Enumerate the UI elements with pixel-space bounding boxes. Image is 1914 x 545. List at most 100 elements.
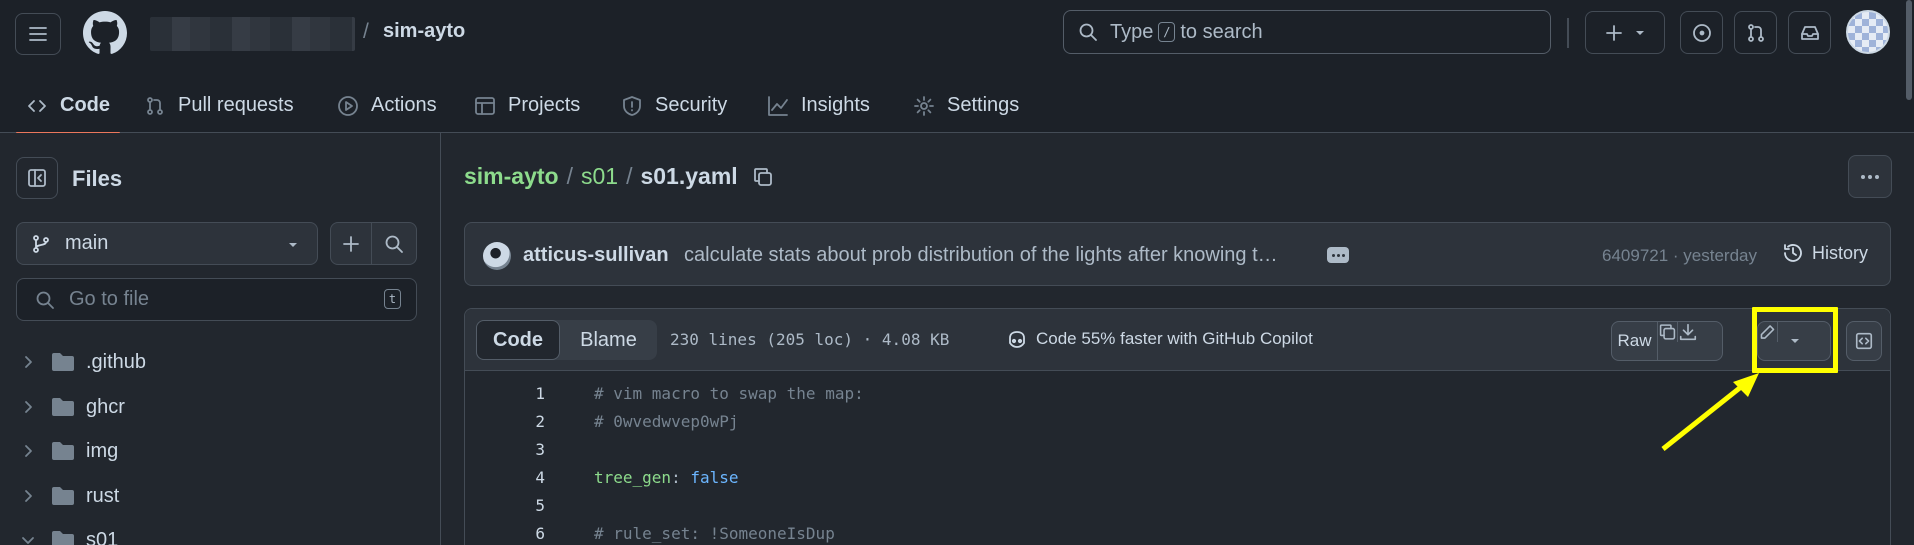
git-pull-request-icon <box>144 95 166 117</box>
tab-insights-label: Insights <box>801 94 870 116</box>
repo-nav-tabs: Code Pull requests Actions Projects Secu… <box>0 78 1100 134</box>
line-number[interactable]: 6 <box>465 524 545 543</box>
header-divider <box>1567 18 1569 48</box>
raw-copy-download-group: Raw <box>1611 321 1723 361</box>
history-button[interactable]: History <box>1782 242 1868 264</box>
blame-view-button[interactable]: Blame <box>560 320 657 360</box>
repo-separator: / <box>363 20 369 43</box>
line-number[interactable]: 3 <box>465 440 545 459</box>
copilot-promo-link[interactable]: Code 55% faster with GitHub Copilot <box>1006 328 1313 350</box>
git-branch-icon <box>33 234 49 253</box>
tab-settings[interactable]: Settings <box>903 78 1029 133</box>
code-comment: # rule_set: !SomeoneIsDup <box>594 523 835 543</box>
tab-pull-requests[interactable]: Pull requests <box>134 78 304 133</box>
tree-item-s01-folder[interactable]: s01 <box>20 522 420 545</box>
breadcrumb: sim-ayto / s01 / s01.yaml <box>464 163 774 190</box>
download-raw-button[interactable] <box>1678 322 1698 342</box>
raw-button[interactable]: Raw <box>1612 322 1658 360</box>
chevron-right-icon <box>25 401 32 413</box>
issues-button[interactable] <box>1680 11 1723 54</box>
expand-commit-message-button[interactable] <box>1327 247 1349 263</box>
tab-insights[interactable]: Insights <box>757 78 880 133</box>
tab-code-label: Code <box>60 94 110 116</box>
gear-icon <box>913 95 935 117</box>
graph-icon <box>767 95 789 117</box>
more-options-button[interactable] <box>1848 155 1892 198</box>
copy-icon[interactable] <box>752 166 774 188</box>
user-avatar[interactable] <box>1846 10 1890 54</box>
pull-requests-button[interactable] <box>1734 11 1777 54</box>
code-comment: # vim macro to swap the map: <box>594 383 864 403</box>
yaml-colon: : <box>671 467 681 487</box>
line-number[interactable]: 1 <box>465 384 545 403</box>
tab-security-label: Security <box>655 94 728 116</box>
tab-actions-label: Actions <box>371 94 437 116</box>
tree-item-label: s01 <box>86 528 119 545</box>
kebab-horizontal-icon <box>1861 174 1879 179</box>
plus-icon <box>343 235 359 252</box>
tree-item-rust-folder[interactable]: rust <box>20 478 420 514</box>
repo-name-link[interactable]: sim-ayto <box>383 20 465 43</box>
go-to-file-placeholder: Go to file <box>69 288 150 310</box>
github-logo-icon[interactable] <box>83 11 127 55</box>
code-line: 6 # rule_set: !SomeoneIsDup <box>465 519 1890 545</box>
commit-author-link[interactable]: atticus-sullivan <box>523 244 669 267</box>
shield-icon <box>621 95 643 117</box>
tree-item-github-folder[interactable]: .github <box>20 344 420 380</box>
breadcrumb-repo-link[interactable]: sim-ayto <box>464 163 559 190</box>
line-number[interactable]: 5 <box>465 496 545 515</box>
download-icon <box>1679 323 1697 341</box>
code-yaml-entry: tree_gen: false <box>594 468 739 487</box>
file-toolbar: Code Blame 230 lines (205 loc) · 4.08 KB… <box>465 309 1890 371</box>
go-to-file-shortcut-key: t <box>384 289 401 309</box>
copilot-icon <box>1006 328 1028 350</box>
caret-down-icon <box>289 243 297 247</box>
commit-sha-time[interactable]: 6409721 · yesterday <box>1602 246 1757 266</box>
inbox-button[interactable] <box>1788 11 1831 54</box>
go-to-file-input[interactable]: Go to file t <box>16 278 417 321</box>
latest-commit-bar: atticus-sullivan calculate stats about p… <box>464 222 1891 286</box>
global-search-input[interactable]: Type / to search <box>1063 10 1551 54</box>
code-square-icon <box>1855 332 1873 350</box>
tab-projects[interactable]: Projects <box>464 78 590 133</box>
page-scrollbar[interactable] <box>1906 0 1912 100</box>
copilot-promo-text: Code 55% faster with GitHub Copilot <box>1036 329 1313 348</box>
tab-code[interactable]: Code <box>16 78 120 134</box>
caret-down-icon <box>1636 30 1644 35</box>
chevron-right-icon <box>25 356 32 368</box>
owner-name-redacted[interactable] <box>150 17 355 51</box>
tab-security[interactable]: Security <box>611 78 737 133</box>
commit-author-avatar[interactable] <box>483 242 511 270</box>
table-icon <box>474 95 496 117</box>
commit-message-link[interactable]: calculate stats about prob distribution … <box>684 244 1304 267</box>
line-number[interactable]: 2 <box>465 412 545 431</box>
code-comment: # 0wvedwvep0wPj <box>594 411 739 431</box>
copy-raw-button[interactable] <box>1658 322 1678 342</box>
tree-item-label: .github <box>86 350 147 373</box>
hamburger-menu-button[interactable] <box>15 13 61 55</box>
branch-selector[interactable]: main <box>16 222 318 265</box>
global-header: / sim-ayto Type / to search Code Pull re… <box>0 0 1914 134</box>
folder-icon <box>52 442 74 460</box>
search-files-button[interactable] <box>371 222 417 265</box>
copy-icon <box>1659 324 1676 340</box>
add-file-button[interactable] <box>330 222 372 265</box>
tree-item-label: rust <box>86 484 120 507</box>
tree-item-ghcr-folder[interactable]: ghcr <box>20 389 420 425</box>
branch-name: main <box>65 232 109 254</box>
create-new-button[interactable] <box>1585 11 1665 54</box>
view-mode-toggle: Code Blame <box>476 320 657 360</box>
issue-opened-icon <box>1692 23 1711 42</box>
code-view-button[interactable]: Code <box>476 320 560 360</box>
breadcrumb-separator: / <box>566 163 573 189</box>
file-stats: 230 lines (205 loc) · 4.08 KB <box>670 330 950 349</box>
line-number[interactable]: 4 <box>465 468 545 487</box>
breadcrumb-folder-link[interactable]: s01 <box>581 163 618 190</box>
search-shortcut-key: / <box>1158 22 1176 42</box>
collapse-sidebar-button[interactable] <box>16 157 58 199</box>
symbols-panel-button[interactable] <box>1846 321 1882 361</box>
history-icon <box>1782 242 1804 264</box>
tab-actions[interactable]: Actions <box>327 78 447 133</box>
tree-item-img-folder[interactable]: img <box>20 433 420 469</box>
folder-icon <box>52 353 74 371</box>
